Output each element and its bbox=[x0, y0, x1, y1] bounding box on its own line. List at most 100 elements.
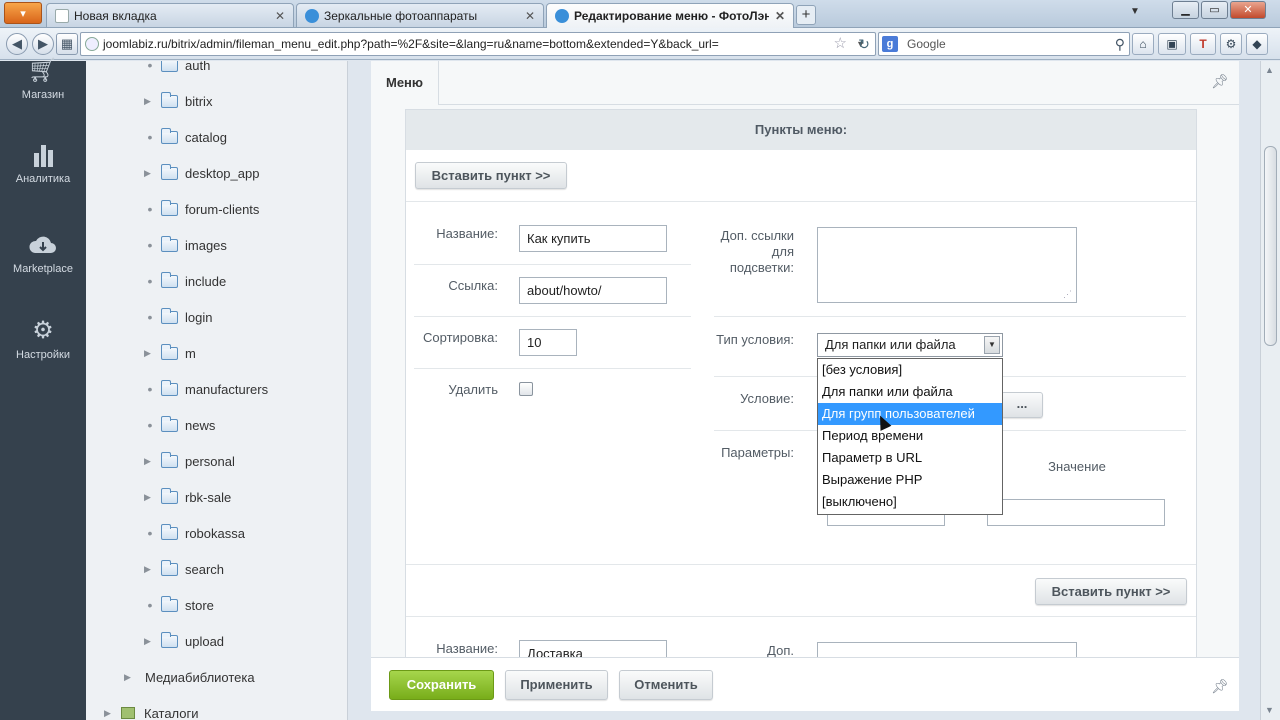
browser-tab-menu-edit[interactable]: Редактирование меню - ФотоЛэнд ✕ bbox=[546, 3, 794, 28]
delete-checkbox[interactable] bbox=[519, 382, 533, 396]
expand-arrow-icon[interactable]: ▶ bbox=[144, 96, 156, 107]
tree-folder-robokassa[interactable]: • robokassa bbox=[144, 523, 245, 543]
condition-picker-button[interactable]: ... bbox=[1001, 392, 1043, 418]
tree-folder-catalog[interactable]: • catalog bbox=[144, 127, 227, 147]
tree-media-library[interactable]: ▶ Медиабиблиотека bbox=[124, 667, 255, 687]
apply-button[interactable]: Применить bbox=[505, 670, 608, 700]
tree-folder-personal[interactable]: ▶ personal bbox=[144, 451, 235, 471]
dropdown-option[interactable]: [выключено] bbox=[818, 491, 1002, 513]
folder-label: m bbox=[185, 345, 196, 361]
folder-icon bbox=[161, 307, 178, 324]
reload-icon[interactable]: ↻ bbox=[854, 34, 874, 54]
tree-folder-m[interactable]: ▶ m bbox=[144, 343, 196, 363]
scroll-thumb[interactable] bbox=[1264, 146, 1277, 346]
admin-menu-marketplace[interactable]: Marketplace bbox=[0, 231, 86, 275]
dropdown-option[interactable]: Период времени bbox=[818, 425, 1002, 447]
bookmark-star-icon[interactable]: ☆ bbox=[834, 33, 847, 55]
admin-menu-settings[interactable]: ⚙ Настройки bbox=[0, 317, 86, 361]
forward-icon[interactable]: ▶ bbox=[32, 33, 54, 55]
address-bar[interactable]: joomlabiz.ru/bitrix/admin/fileman_menu_e… bbox=[80, 32, 876, 56]
resize-grip-icon[interactable]: ⋰ bbox=[1063, 289, 1072, 300]
scroll-up-icon[interactable]: ▲ bbox=[1265, 65, 1274, 75]
admin-menu-analytics[interactable]: Аналитика bbox=[0, 141, 86, 185]
tree-folder-store[interactable]: • store bbox=[144, 595, 214, 615]
tree-folder-images[interactable]: • images bbox=[144, 235, 227, 255]
divider bbox=[414, 264, 691, 265]
minimize-icon[interactable]: ▁ bbox=[1172, 1, 1199, 19]
back-icon[interactable]: ◀ bbox=[6, 33, 28, 55]
browser-tab-new[interactable]: Новая вкладка ✕ bbox=[46, 3, 294, 27]
tree-folder-bitrix[interactable]: ▶ bitrix bbox=[144, 91, 212, 111]
scroll-down-icon[interactable]: ▼ bbox=[1265, 705, 1274, 715]
bullet-icon: • bbox=[147, 129, 153, 145]
insert-item-button-2[interactable]: Вставить пункт >> bbox=[1035, 578, 1187, 605]
camera-addon-icon[interactable]: ▣ bbox=[1158, 33, 1186, 55]
dropdown-option[interactable]: [без условия] bbox=[818, 359, 1002, 381]
expand-arrow-icon[interactable]: ▶ bbox=[124, 672, 136, 683]
extra-links-textarea[interactable]: ⋰ bbox=[817, 227, 1077, 303]
dropdown-option[interactable]: Выражение PHP bbox=[818, 469, 1002, 491]
expand-arrow-icon[interactable]: ▶ bbox=[144, 636, 156, 647]
page-scrollbar[interactable]: ▲ ▼ bbox=[1260, 61, 1280, 720]
maximize-icon[interactable]: ▭ bbox=[1201, 1, 1228, 19]
params-label: Параметры: bbox=[721, 445, 794, 460]
tree-folder-manufacturers[interactable]: • manufacturers bbox=[144, 379, 268, 399]
site-identity-icon[interactable] bbox=[85, 37, 99, 51]
expand-arrow-icon[interactable]: ▶ bbox=[144, 492, 156, 503]
page-info-icon[interactable]: ▦ bbox=[56, 33, 78, 55]
home-icon[interactable]: ⌂ bbox=[1132, 33, 1154, 55]
new-tab-button[interactable]: + bbox=[796, 5, 816, 25]
close-icon[interactable]: ✕ bbox=[525, 9, 535, 23]
admin-menu-shop[interactable]: 🛒︎ Магазин bbox=[0, 57, 86, 101]
folder-label: images bbox=[185, 237, 227, 253]
tree-folder-desktop-app[interactable]: ▶ desktop_app bbox=[144, 163, 259, 183]
name-input[interactable]: Как купить bbox=[519, 225, 667, 252]
dropdown-option[interactable]: Для папки или файла bbox=[818, 381, 1002, 403]
tree-folder-auth[interactable]: • auth bbox=[144, 61, 210, 75]
folder-icon bbox=[161, 487, 178, 504]
close-icon[interactable]: ✕ bbox=[275, 9, 285, 23]
tree-folder-forum-clients[interactable]: • forum-clients bbox=[144, 199, 259, 219]
cancel-button[interactable]: Отменить bbox=[619, 670, 713, 700]
firefox-menu-button[interactable]: ▾ bbox=[4, 2, 42, 24]
search-box[interactable]: g Google ⚲ bbox=[878, 32, 1130, 56]
expand-arrow-icon[interactable]: ▶ bbox=[104, 708, 116, 719]
tab-menu[interactable]: Меню bbox=[371, 61, 439, 106]
tree-folder-include[interactable]: • include bbox=[144, 271, 226, 291]
tree-folder-login[interactable]: • login bbox=[144, 307, 212, 327]
browser-tab-cameras[interactable]: Зеркальные фотоаппараты ✕ bbox=[296, 3, 544, 27]
tree-folder-rbk-sale[interactable]: ▶ rbk-sale bbox=[144, 487, 231, 507]
sort-input[interactable]: 10 bbox=[519, 329, 577, 356]
dropdown-option[interactable]: Параметр в URL bbox=[818, 447, 1002, 469]
close-window-icon[interactable]: ✕ bbox=[1230, 1, 1266, 19]
translate-addon-icon[interactable]: T bbox=[1190, 33, 1216, 55]
tree-folder-search[interactable]: ▶ search bbox=[144, 559, 224, 579]
addon-icon[interactable]: ◆ bbox=[1246, 33, 1268, 55]
expand-arrow-icon[interactable]: ▶ bbox=[144, 564, 156, 575]
tree-folder-upload[interactable]: ▶ upload bbox=[144, 631, 224, 651]
link-input[interactable]: about/howto/ bbox=[519, 277, 667, 304]
tree-folder-news[interactable]: • news bbox=[144, 415, 215, 435]
tools-icon[interactable]: ⚙ bbox=[1220, 33, 1242, 55]
chevron-down-icon[interactable]: ▼ bbox=[984, 336, 1000, 354]
expand-arrow-icon[interactable]: ▶ bbox=[144, 348, 156, 359]
expand-arrow-icon[interactable]: ▶ bbox=[144, 456, 156, 467]
close-icon[interactable]: ✕ bbox=[775, 9, 785, 23]
file-tree: • auth ▶ bitrix • catalog ▶ desktop_app • for… bbox=[86, 61, 348, 720]
condition-type-select[interactable]: Для папки или файла ▼ bbox=[817, 333, 1003, 357]
tab-list-icon[interactable]: ▼ bbox=[1130, 6, 1140, 17]
param-value-input[interactable] bbox=[987, 499, 1165, 526]
pin-icon[interactable]: 📌︎ bbox=[1211, 678, 1229, 695]
tree-catalogs[interactable]: ▶ Каталоги bbox=[104, 703, 199, 720]
pin-icon[interactable]: 📌︎ bbox=[1211, 73, 1229, 90]
divider bbox=[414, 368, 691, 369]
folder-icon bbox=[161, 523, 178, 540]
extra-links-label: Доп. ссылки для подсветки: bbox=[720, 228, 794, 275]
search-icon[interactable]: ⚲ bbox=[1115, 33, 1125, 55]
form-actions-bar: Сохранить Применить Отменить 📌︎ bbox=[371, 657, 1239, 711]
dropdown-option-highlighted[interactable]: Для групп пользователей bbox=[818, 403, 1002, 425]
expand-arrow-icon[interactable]: ▶ bbox=[144, 168, 156, 179]
browser-tab-bar: ▾ Новая вкладка ✕ Зеркальные фотоаппарат… bbox=[0, 0, 1280, 28]
save-button[interactable]: Сохранить bbox=[389, 670, 494, 700]
insert-item-button[interactable]: Вставить пункт >> bbox=[415, 162, 567, 189]
